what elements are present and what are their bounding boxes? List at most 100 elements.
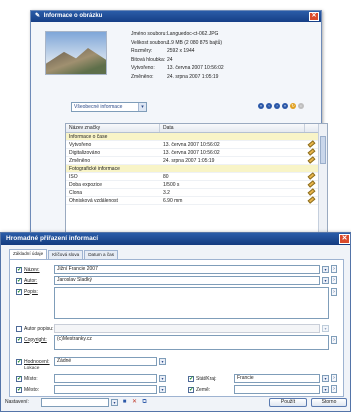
place-field[interactable] [54,374,157,383]
state-label: Stát/Kraj: [196,375,217,382]
country-checkbox[interactable] [188,386,194,393]
description-row: Popis: [16,287,54,296]
author-description-checkbox[interactable] [16,325,22,332]
delete-icon[interactable]: ✕ [131,399,138,406]
title-field[interactable]: Jižní Francie 2007 [54,265,320,274]
city-field[interactable] [54,385,157,394]
table-row[interactable]: Vytvořeno 13. června 2007 10:56:02 [66,140,327,149]
save-icon[interactable]: ■ [121,399,128,406]
tab-keywords[interactable]: Klíčová slova [48,250,84,259]
property-row: Jméno souboru:Languedoc-ct-062.JPG [131,31,219,37]
close-icon[interactable]: ✕ [309,12,319,21]
pencil-icon[interactable] [307,156,316,164]
pencil-icon[interactable] [307,148,316,156]
close-icon[interactable]: ✕ [339,234,350,244]
property-row: Velikost souboru:1.9 MB (2 080 875 bajtů… [131,39,223,46]
table-row[interactable]: Ohnisková vzdálenost 6.90 mm [66,196,327,205]
table-group-row[interactable]: Fotografické informace [66,165,327,173]
description-checkbox[interactable] [16,288,22,295]
dialog-footer: Nastavení: ▾ ■ ✕ ⧉ Použít Storno [1,395,350,411]
apply-button[interactable]: Použít [269,398,307,407]
chevron-down-icon[interactable]: ▾ [159,375,166,382]
tag-value-cell: 24. srpna 2007 1:05:19 [163,158,215,164]
preview-icon[interactable]: ⧉ [141,399,148,406]
chevron-down-icon[interactable]: ▾ [159,386,166,393]
chevron-down-icon[interactable]: ▾ [322,266,329,273]
author-description-row: Autor popisu: [16,324,54,333]
description-field[interactable] [54,287,329,319]
info-category-select[interactable]: Všeobecné informace ▾ [71,102,147,112]
pencil-icon[interactable] [307,172,316,180]
previous-icon[interactable]: ‹ [266,103,272,109]
tag-name-cell: Vytvořeno [69,142,92,148]
city-row: Město: [16,385,54,394]
cancel-button[interactable]: Storno [311,398,347,407]
first-icon[interactable]: « [258,103,264,109]
scrollbar-thumb[interactable] [320,136,326,164]
pencil-icon[interactable] [307,140,316,148]
tag-value-cell [160,165,305,172]
place-checkbox[interactable] [16,375,22,382]
property-row: Změněno: 24. srpna 2007 1:05:19 [131,73,219,80]
city-label: Město: [24,386,40,393]
author-description-field[interactable] [54,324,320,333]
chevron-down-icon[interactable]: ▾ [322,375,329,382]
table-row[interactable]: Digitalizováno 13. června 2007 10:56:02 [66,148,327,157]
tag-name-cell: Doba expozice [69,182,103,188]
settings-select[interactable] [41,398,109,407]
chevron-down-icon[interactable]: ▾ [111,399,118,406]
image-info-window: ✎ Informace o obrázku ✕ Jméno souboru:La… [30,10,328,234]
title-row: Název: [16,265,54,274]
scrollbar[interactable] [318,124,327,232]
tag-value-cell: 3.2 [163,190,170,196]
table-row[interactable]: Změněno 24. srpna 2007 1:05:19 [66,156,327,165]
settings-label: Nastavení: [5,399,29,405]
column-header[interactable]: Data [160,124,305,132]
table-group-row[interactable]: Informace o čase [66,133,327,141]
next-icon[interactable]: › [274,103,280,109]
chevron-down-icon[interactable]: ▾ [138,103,146,111]
pencil-icon[interactable] [307,188,316,196]
chevron-down-icon[interactable]: ▾ [322,277,329,284]
description-insert-button[interactable]: › [331,288,337,296]
state-insert-button[interactable]: › [331,374,337,382]
copyright-insert-button[interactable]: › [331,336,337,344]
author-field[interactable]: Jaroslav Sladký [54,276,320,285]
country-label: Země: [196,386,211,393]
copyright-field[interactable]: (c)Mestranky.cz [54,335,329,350]
tab-basic-info[interactable]: Základní údaje [9,249,48,259]
title-checkbox[interactable] [16,266,22,273]
edit-cell [305,172,317,180]
pencil-icon[interactable] [307,196,316,204]
country-field[interactable] [234,385,320,394]
property-row: Bitová hloubka: 24 [131,56,173,63]
refresh-icon[interactable]: ↻ [290,103,296,109]
column-header[interactable]: Název značky [66,124,160,132]
tab-date-time[interactable]: Datum a čas [84,250,119,259]
author-insert-button[interactable]: › [331,276,337,284]
pencil-icon[interactable] [307,180,316,188]
chevron-down-icon[interactable]: ▾ [322,386,329,393]
table-row[interactable]: ISO 80 [66,172,327,181]
chevron-down-icon[interactable]: ▾ [159,358,166,365]
country-insert-button[interactable]: › [331,385,337,393]
rating-select[interactable]: Žádné [54,357,157,366]
state-checkbox[interactable] [188,375,194,382]
title-insert-button[interactable]: › [331,265,337,273]
table-row[interactable]: Doba expozice 1/500 s [66,180,327,189]
rating-checkbox[interactable] [16,358,22,365]
author-checkbox[interactable] [16,277,22,284]
city-checkbox[interactable] [16,386,22,393]
image-info-titlebar: ✎ Informace o obrázku ✕ [31,11,321,22]
batch-info-titlebar: Hromadné přiřazení informací ✕ [1,233,350,245]
state-field[interactable]: Francie [234,374,320,383]
wand-icon: ✎ [35,13,41,19]
tab-bar: Základní údaje Klíčová slova Datum a čas [9,249,119,259]
last-icon[interactable]: » [282,103,288,109]
table-row[interactable]: Clona 3.2 [66,188,327,197]
basic-info-panel: Název: Jižní Francie 2007 ▾ › Autor: Jar… [9,259,344,397]
place-label: Místo: [24,375,38,382]
tag-name-cell: Fotografické informace [69,166,120,172]
tag-value-cell: 80 [163,174,169,180]
copyright-checkbox[interactable] [16,336,22,343]
